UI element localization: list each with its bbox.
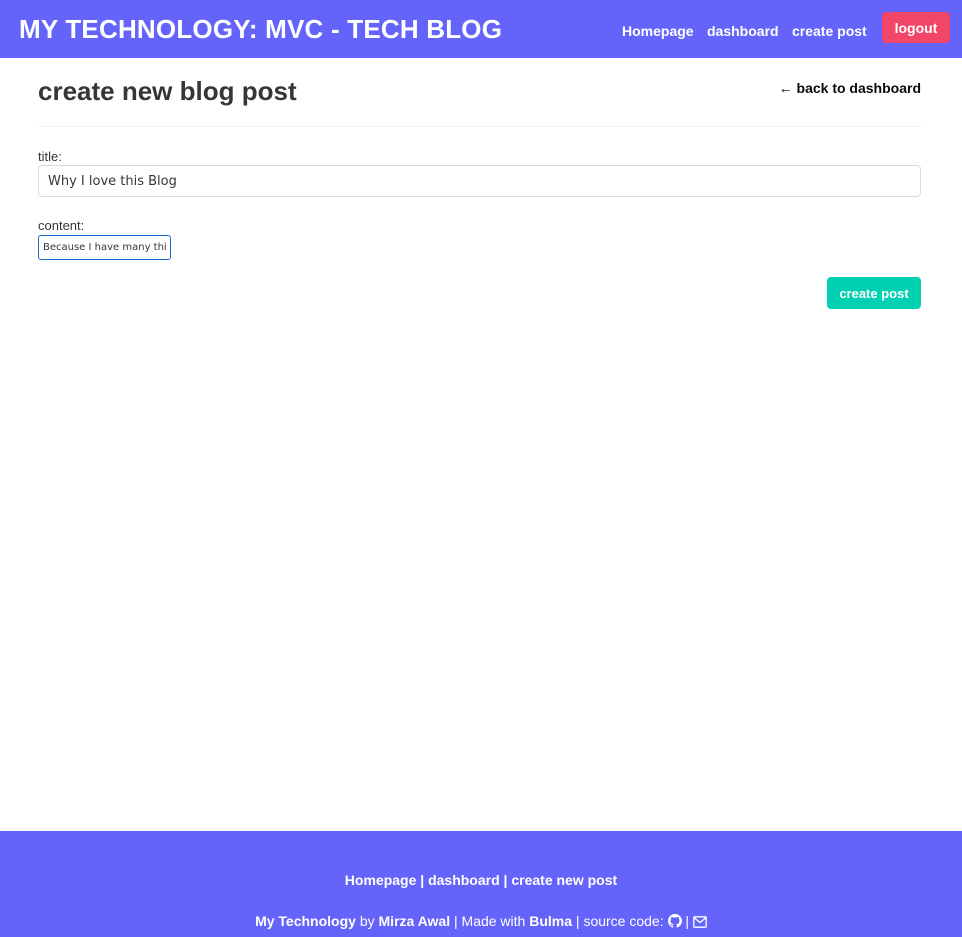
create-post-button[interactable]: create post xyxy=(827,277,921,309)
back-to-dashboard-link[interactable]: ← back to dashboard xyxy=(779,80,921,96)
footer-separator: | xyxy=(420,872,425,888)
github-icon[interactable] xyxy=(667,914,682,931)
content-input[interactable] xyxy=(38,235,171,260)
footer-made-with-text: | Made with xyxy=(454,913,526,929)
footer-links: Homepage | dashboard | create new post xyxy=(0,872,962,888)
email-icon[interactable] xyxy=(693,915,707,931)
footer-link-create-new-post[interactable]: create new post xyxy=(511,872,617,888)
divider xyxy=(38,126,921,127)
title-input[interactable] xyxy=(38,165,921,197)
footer: Homepage | dashboard | create new post M… xyxy=(0,831,962,937)
footer-link-dashboard[interactable]: dashboard xyxy=(428,872,500,888)
footer-credit: My Technology by Mirza Awal | Made with … xyxy=(0,913,962,931)
nav-link-dashboard[interactable]: dashboard xyxy=(707,23,779,39)
footer-source-text: | source code: xyxy=(575,913,664,929)
footer-separator: | xyxy=(503,872,508,888)
footer-framework-link[interactable]: Bulma xyxy=(529,913,572,929)
nav-link-homepage[interactable]: Homepage xyxy=(622,23,694,39)
footer-by-text: by xyxy=(359,913,375,929)
title-label: title: xyxy=(38,149,62,164)
page-title: create new blog post xyxy=(38,76,297,106)
footer-author-link[interactable]: Mirza Awal xyxy=(379,913,451,929)
footer-link-homepage[interactable]: Homepage xyxy=(345,872,417,888)
navbar: MY TECHNOLOGY: MVC - TECH BLOG Homepage … xyxy=(0,0,962,58)
footer-pipe: | xyxy=(685,913,690,929)
footer-app-name: My Technology xyxy=(255,913,356,929)
brand-title[interactable]: MY TECHNOLOGY: MVC - TECH BLOG xyxy=(19,14,502,45)
logout-button[interactable]: logout xyxy=(882,12,950,43)
content-label: content: xyxy=(38,218,85,233)
nav-link-create-post[interactable]: create post xyxy=(792,23,867,39)
